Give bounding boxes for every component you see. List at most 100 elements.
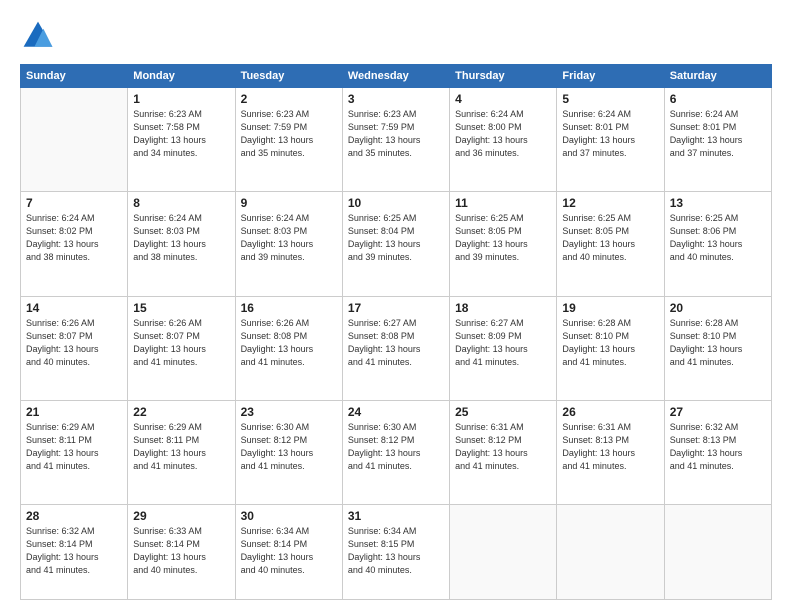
day-number: 30 <box>241 509 337 523</box>
day-number: 21 <box>26 405 122 419</box>
calendar-cell: 8Sunrise: 6:24 AM Sunset: 8:03 PM Daylig… <box>128 192 235 296</box>
day-number: 6 <box>670 92 766 106</box>
day-number: 15 <box>133 301 229 315</box>
day-header-thursday: Thursday <box>450 65 557 88</box>
calendar-week-4: 21 Sunrise: 6:29 AM Sunset: 8:11 PM Dayli… <box>21 400 772 504</box>
day-number: 12 <box>562 196 658 210</box>
day-info: Sunrise: 6:30 AM Sunset: 8:12 PM Dayligh… <box>241 421 337 473</box>
day-info: Sunrise: 6:27 AM Sunset: 8:09 PM Dayligh… <box>455 317 551 369</box>
calendar-cell: 17Sunrise: 6:27 AM Sunset: 8:08 PM Dayli… <box>342 296 449 400</box>
day-info: Sunrise: 6:33 AM Sunset: 8:14 PM Dayligh… <box>133 525 229 577</box>
day-info: Sunrise: 6:34 AM Sunset: 8:14 PM Dayligh… <box>241 525 337 577</box>
day-info: Sunrise: 6:25 AM Sunset: 8:05 PM Dayligh… <box>562 212 658 264</box>
calendar-cell: 9Sunrise: 6:24 AM Sunset: 8:03 PM Daylig… <box>235 192 342 296</box>
calendar-cell: 3 Sunrise: 6:23 AM Sunset: 7:59 PM Daylig… <box>342 88 449 192</box>
day-info: Sunrise: 6:25 AM Sunset: 8:05 PM Dayligh… <box>455 212 551 264</box>
day-number: 19 <box>562 301 658 315</box>
day-info: Sunrise: 6:29 AM Sunset: 8:11 PM Dayligh… <box>133 421 229 473</box>
calendar-cell: 12 Sunrise: 6:25 AM Sunset: 8:05 PM Dayli… <box>557 192 664 296</box>
calendar-cell: 18 Sunrise: 6:27 AM Sunset: 8:09 PM Dayli… <box>450 296 557 400</box>
day-number: 24 <box>348 405 444 419</box>
day-info: Sunrise: 6:24 AM Sunset: 8:00 PM Dayligh… <box>455 108 551 160</box>
calendar-cell: 5Sunrise: 6:24 AM Sunset: 8:01 PM Daylig… <box>557 88 664 192</box>
calendar-week-5: 28 Sunrise: 6:32 AM Sunset: 8:14 PM Dayli… <box>21 505 772 600</box>
day-number: 11 <box>455 196 551 210</box>
day-number: 20 <box>670 301 766 315</box>
logo-icon <box>20 18 56 54</box>
day-number: 3 <box>348 92 444 106</box>
calendar-cell: 2Sunrise: 6:23 AM Sunset: 7:59 PM Daylig… <box>235 88 342 192</box>
calendar-cell: 11 Sunrise: 6:25 AM Sunset: 8:05 PM Dayli… <box>450 192 557 296</box>
calendar-cell: 27 Sunrise: 6:32 AM Sunset: 8:13 PM Dayli… <box>664 400 771 504</box>
calendar-cell: 21 Sunrise: 6:29 AM Sunset: 8:11 PM Dayli… <box>21 400 128 504</box>
day-number: 18 <box>455 301 551 315</box>
day-number: 9 <box>241 196 337 210</box>
calendar-cell: 13 Sunrise: 6:25 AM Sunset: 8:06 PM Dayli… <box>664 192 771 296</box>
day-info: Sunrise: 6:28 AM Sunset: 8:10 PM Dayligh… <box>670 317 766 369</box>
day-info: Sunrise: 6:27 AM Sunset: 8:08 PM Dayligh… <box>348 317 444 369</box>
day-info: Sunrise: 6:34 AM Sunset: 8:15 PM Dayligh… <box>348 525 444 577</box>
day-number: 31 <box>348 509 444 523</box>
calendar-cell: 4Sunrise: 6:24 AM Sunset: 8:00 PM Daylig… <box>450 88 557 192</box>
day-info: Sunrise: 6:31 AM Sunset: 8:13 PM Dayligh… <box>562 421 658 473</box>
day-info: Sunrise: 6:24 AM Sunset: 8:02 PM Dayligh… <box>26 212 122 264</box>
day-info: Sunrise: 6:23 AM Sunset: 7:59 PM Dayligh… <box>241 108 337 160</box>
calendar-cell: 15 Sunrise: 6:26 AM Sunset: 8:07 PM Dayli… <box>128 296 235 400</box>
calendar-week-3: 14 Sunrise: 6:26 AM Sunset: 8:07 PM Dayli… <box>21 296 772 400</box>
day-header-wednesday: Wednesday <box>342 65 449 88</box>
calendar-cell: 7 Sunrise: 6:24 AM Sunset: 8:02 PM Daylig… <box>21 192 128 296</box>
day-number: 27 <box>670 405 766 419</box>
calendar-cell: 24 Sunrise: 6:30 AM Sunset: 8:12 PM Dayli… <box>342 400 449 504</box>
day-info: Sunrise: 6:26 AM Sunset: 8:07 PM Dayligh… <box>133 317 229 369</box>
day-header-sunday: Sunday <box>21 65 128 88</box>
day-number: 7 <box>26 196 122 210</box>
calendar-cell: 29Sunrise: 6:33 AM Sunset: 8:14 PM Dayli… <box>128 505 235 600</box>
day-number: 22 <box>133 405 229 419</box>
calendar-cell <box>21 88 128 192</box>
calendar-cell: 6Sunrise: 6:24 AM Sunset: 8:01 PM Daylig… <box>664 88 771 192</box>
day-header-friday: Friday <box>557 65 664 88</box>
day-info: Sunrise: 6:32 AM Sunset: 8:14 PM Dayligh… <box>26 525 122 577</box>
header <box>20 18 772 54</box>
day-info: Sunrise: 6:29 AM Sunset: 8:11 PM Dayligh… <box>26 421 122 473</box>
calendar-cell: 31 Sunrise: 6:34 AM Sunset: 8:15 PM Dayli… <box>342 505 449 600</box>
calendar-table: SundayMondayTuesdayWednesdayThursdayFrid… <box>20 64 772 600</box>
day-number: 13 <box>670 196 766 210</box>
day-number: 25 <box>455 405 551 419</box>
day-number: 23 <box>241 405 337 419</box>
day-number: 28 <box>26 509 122 523</box>
day-info: Sunrise: 6:26 AM Sunset: 8:07 PM Dayligh… <box>26 317 122 369</box>
calendar-cell: 30 Sunrise: 6:34 AM Sunset: 8:14 PM Dayli… <box>235 505 342 600</box>
calendar-cell: 22 Sunrise: 6:29 AM Sunset: 8:11 PM Dayli… <box>128 400 235 504</box>
day-number: 1 <box>133 92 229 106</box>
calendar-cell: 10 Sunrise: 6:25 AM Sunset: 8:04 PM Dayli… <box>342 192 449 296</box>
day-info: Sunrise: 6:25 AM Sunset: 8:06 PM Dayligh… <box>670 212 766 264</box>
day-info: Sunrise: 6:32 AM Sunset: 8:13 PM Dayligh… <box>670 421 766 473</box>
calendar-week-2: 7 Sunrise: 6:24 AM Sunset: 8:02 PM Daylig… <box>21 192 772 296</box>
day-header-tuesday: Tuesday <box>235 65 342 88</box>
calendar-cell <box>664 505 771 600</box>
calendar-cell: 1Sunrise: 6:23 AM Sunset: 7:58 PM Daylig… <box>128 88 235 192</box>
day-info: Sunrise: 6:30 AM Sunset: 8:12 PM Dayligh… <box>348 421 444 473</box>
day-number: 8 <box>133 196 229 210</box>
calendar-page: SundayMondayTuesdayWednesdayThursdayFrid… <box>0 0 792 612</box>
day-info: Sunrise: 6:26 AM Sunset: 8:08 PM Dayligh… <box>241 317 337 369</box>
calendar-cell: 16 Sunrise: 6:26 AM Sunset: 8:08 PM Dayli… <box>235 296 342 400</box>
logo <box>20 18 62 54</box>
calendar-cell: 20 Sunrise: 6:28 AM Sunset: 8:10 PM Dayli… <box>664 296 771 400</box>
day-number: 14 <box>26 301 122 315</box>
calendar-cell: 19Sunrise: 6:28 AM Sunset: 8:10 PM Dayli… <box>557 296 664 400</box>
calendar-week-1: 1Sunrise: 6:23 AM Sunset: 7:58 PM Daylig… <box>21 88 772 192</box>
day-number: 16 <box>241 301 337 315</box>
day-info: Sunrise: 6:23 AM Sunset: 7:59 PM Dayligh… <box>348 108 444 160</box>
calendar-cell: 14 Sunrise: 6:26 AM Sunset: 8:07 PM Dayli… <box>21 296 128 400</box>
calendar-cell: 25 Sunrise: 6:31 AM Sunset: 8:12 PM Dayli… <box>450 400 557 504</box>
day-info: Sunrise: 6:25 AM Sunset: 8:04 PM Dayligh… <box>348 212 444 264</box>
day-number: 10 <box>348 196 444 210</box>
day-number: 26 <box>562 405 658 419</box>
day-header-saturday: Saturday <box>664 65 771 88</box>
day-info: Sunrise: 6:31 AM Sunset: 8:12 PM Dayligh… <box>455 421 551 473</box>
calendar-cell: 26 Sunrise: 6:31 AM Sunset: 8:13 PM Dayli… <box>557 400 664 504</box>
calendar-cell <box>450 505 557 600</box>
day-info: Sunrise: 6:24 AM Sunset: 8:01 PM Dayligh… <box>562 108 658 160</box>
